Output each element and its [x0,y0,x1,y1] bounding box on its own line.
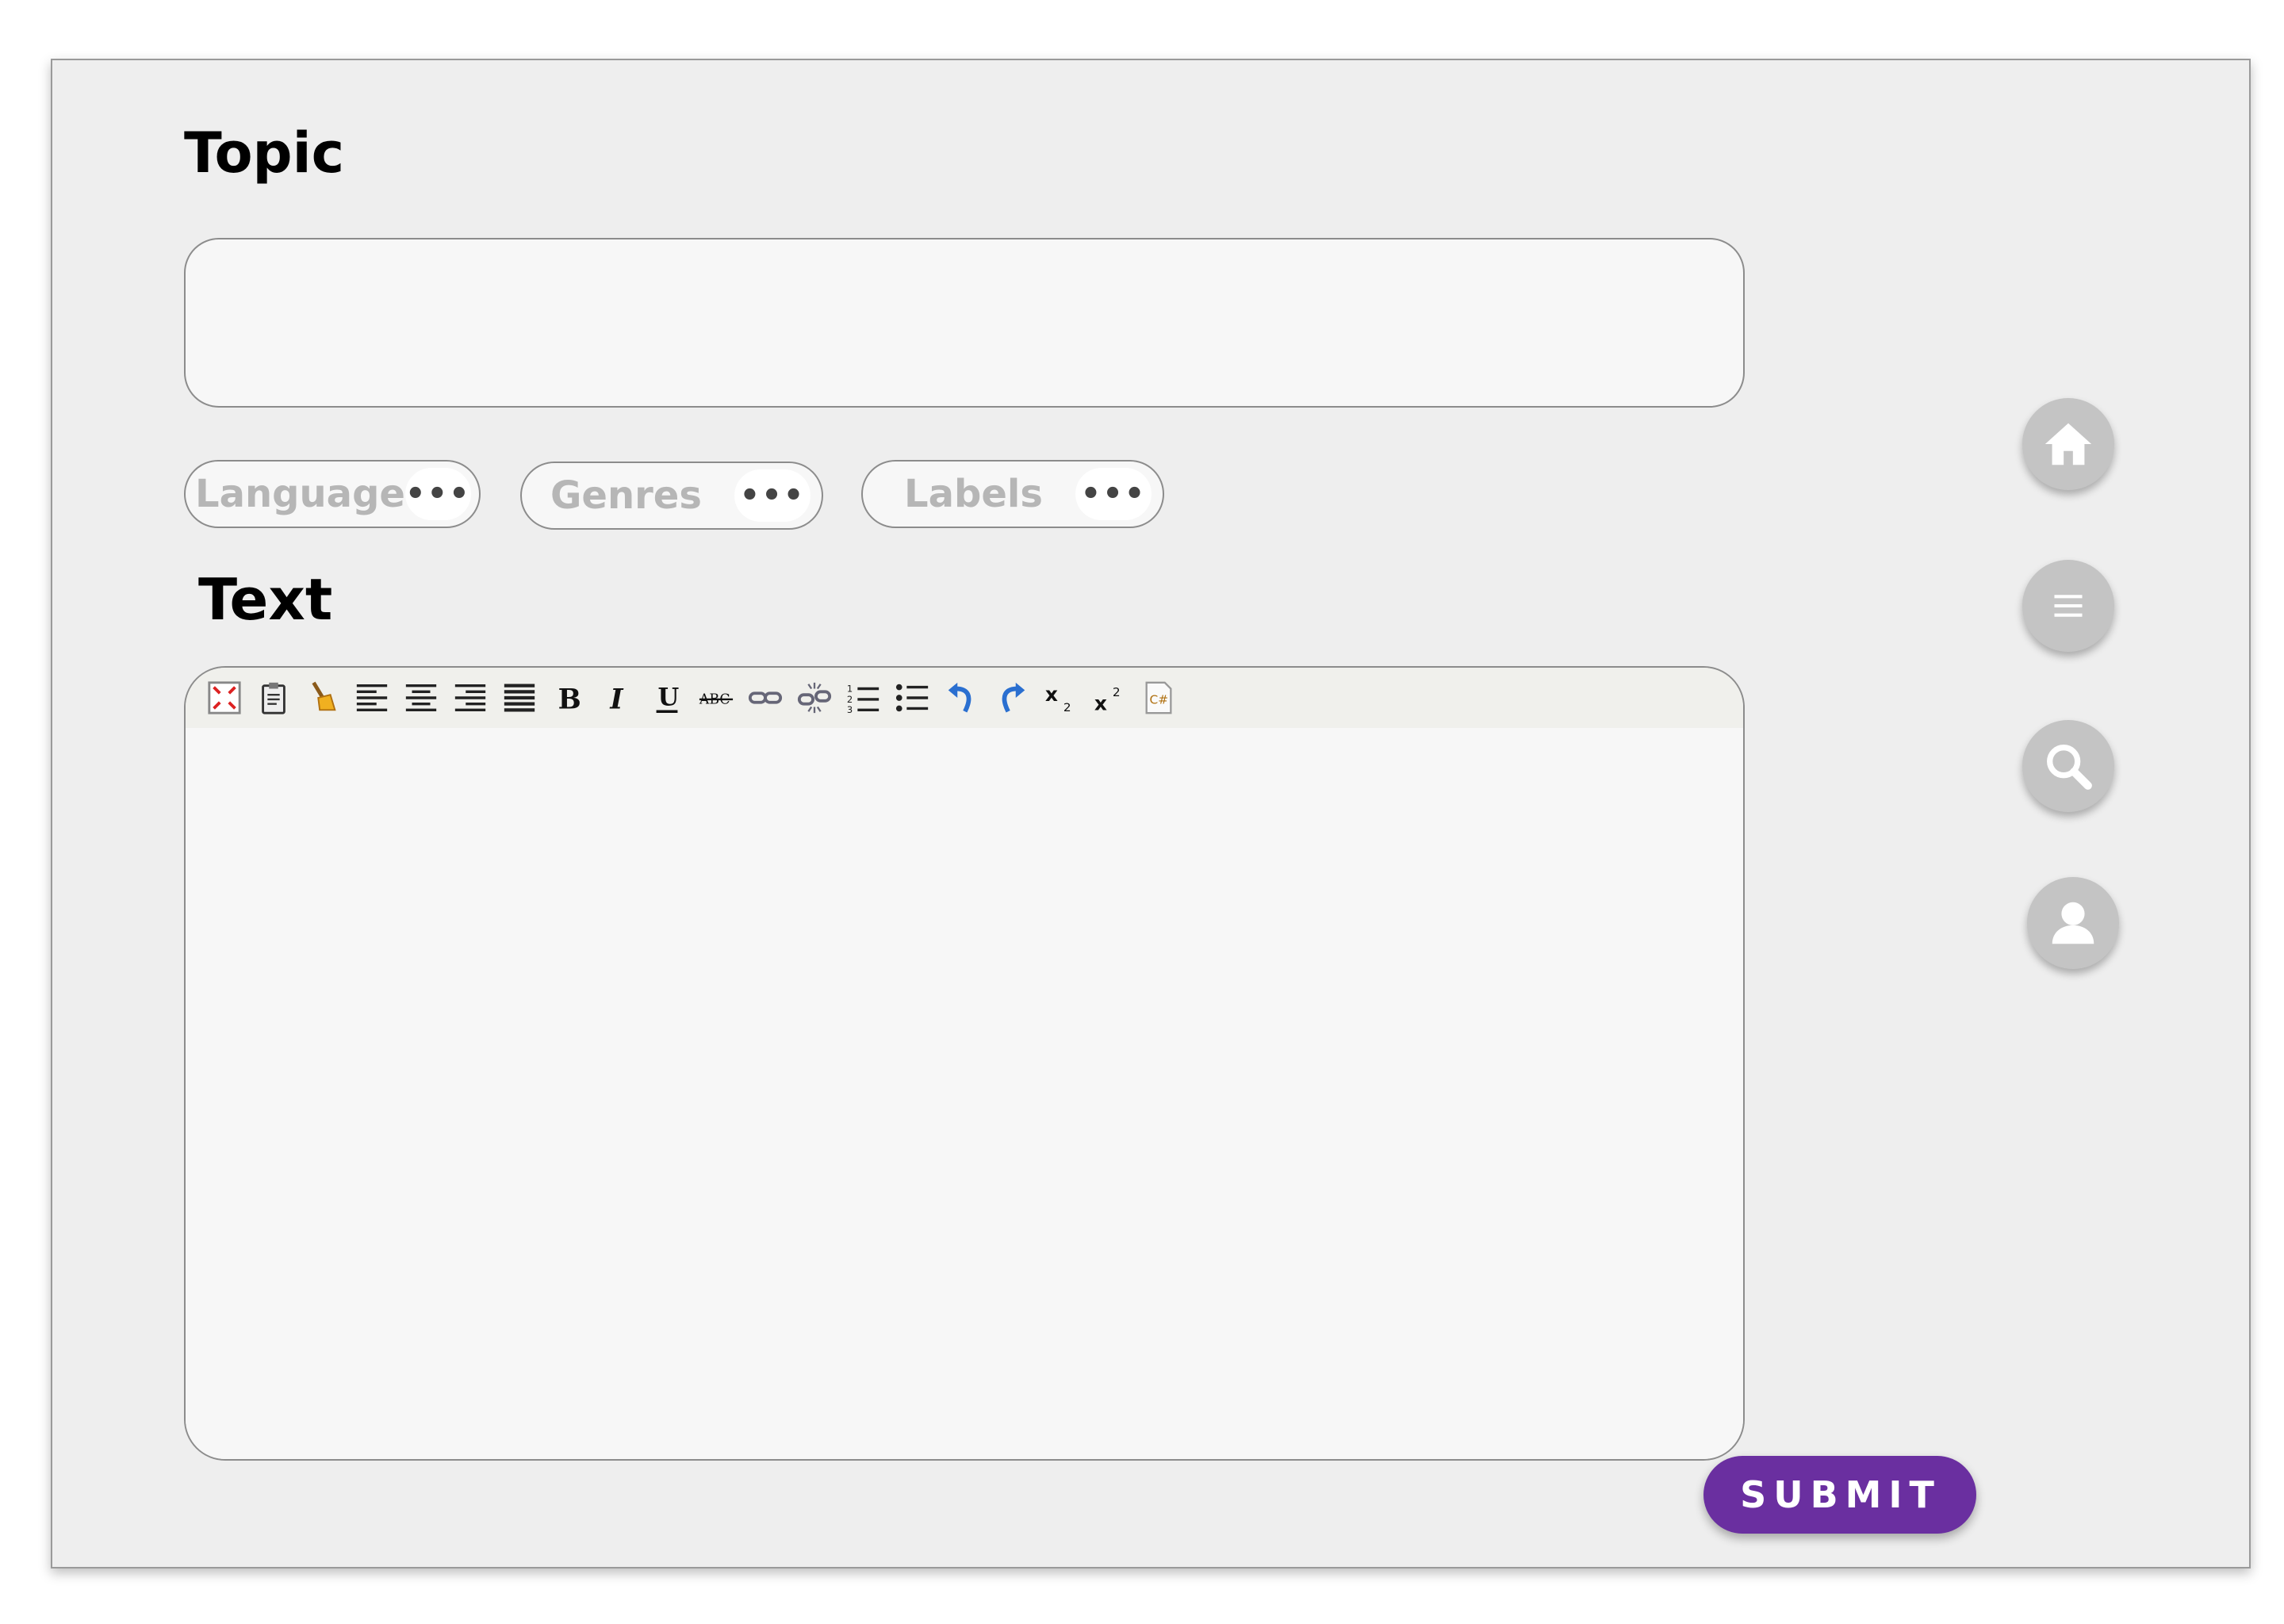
source-code-icon[interactable]: C# [1134,673,1183,722]
underline-icon[interactable]: U [642,673,692,722]
form-panel: Topic Language ••• Genres ••• Labels •••… [51,59,2251,1568]
user-button[interactable] [2027,877,2119,969]
svg-text:C#: C# [1150,693,1169,707]
link-icon[interactable] [741,673,790,722]
clean-formatting-icon[interactable] [298,673,347,722]
numbered-list-icon[interactable]: 123 [839,673,888,722]
home-button[interactable] [2022,398,2114,490]
editor-toolbar: B I U ABC 123 x 2 x 2 C# [186,668,1743,728]
svg-text:I: I [609,684,624,715]
svg-text:x: x [1094,691,1107,714]
unlink-icon[interactable] [790,673,839,722]
language-selector[interactable]: Language ••• [184,460,481,528]
language-label: Language [195,472,405,516]
menu-icon [2054,595,2083,617]
svg-text:2: 2 [847,694,853,705]
text-heading: Text [198,566,333,633]
rich-text-editor: B I U ABC 123 x 2 x 2 C# [184,666,1745,1461]
svg-text:2: 2 [1113,685,1121,699]
svg-text:3: 3 [847,704,853,715]
topic-heading: Topic [184,121,345,186]
submit-button[interactable]: SUBMIT [1703,1456,1976,1534]
labels-selector[interactable]: Labels ••• [861,460,1164,528]
svg-text:2: 2 [1063,700,1071,714]
svg-text:B: B [558,684,581,715]
italic-icon[interactable]: I [593,673,642,722]
fullscreen-icon[interactable] [200,673,249,722]
svg-text:x: x [1045,683,1058,706]
align-left-icon[interactable] [347,673,397,722]
subscript-icon[interactable]: x2 [1036,673,1085,722]
home-icon [2044,423,2092,465]
genres-selector[interactable]: Genres ••• [520,462,823,530]
user-icon [2052,902,2094,944]
search-icon [2047,745,2092,790]
svg-text:U: U [658,684,680,712]
align-right-icon[interactable] [446,673,495,722]
editor-text-area[interactable] [186,728,1743,1459]
svg-text:1: 1 [847,683,853,694]
labels-more-button[interactable]: ••• [1075,468,1152,520]
redo-icon[interactable] [987,673,1036,722]
bold-icon[interactable]: B [544,673,593,722]
menu-button[interactable] [2022,560,2114,652]
search-button[interactable] [2022,720,2114,812]
align-justify-icon[interactable] [495,673,544,722]
undo-icon[interactable] [937,673,987,722]
language-more-button[interactable]: ••• [404,468,471,520]
genres-label: Genres [550,473,702,518]
align-center-icon[interactable] [397,673,446,722]
superscript-icon[interactable]: x2 [1085,673,1134,722]
strikethrough-icon[interactable]: ABC [692,673,741,722]
genres-more-button[interactable]: ••• [734,469,811,522]
labels-label: Labels [904,472,1043,516]
topic-input[interactable] [184,238,1745,408]
paste-icon[interactable] [249,673,298,722]
bulleted-list-icon[interactable] [888,673,937,722]
